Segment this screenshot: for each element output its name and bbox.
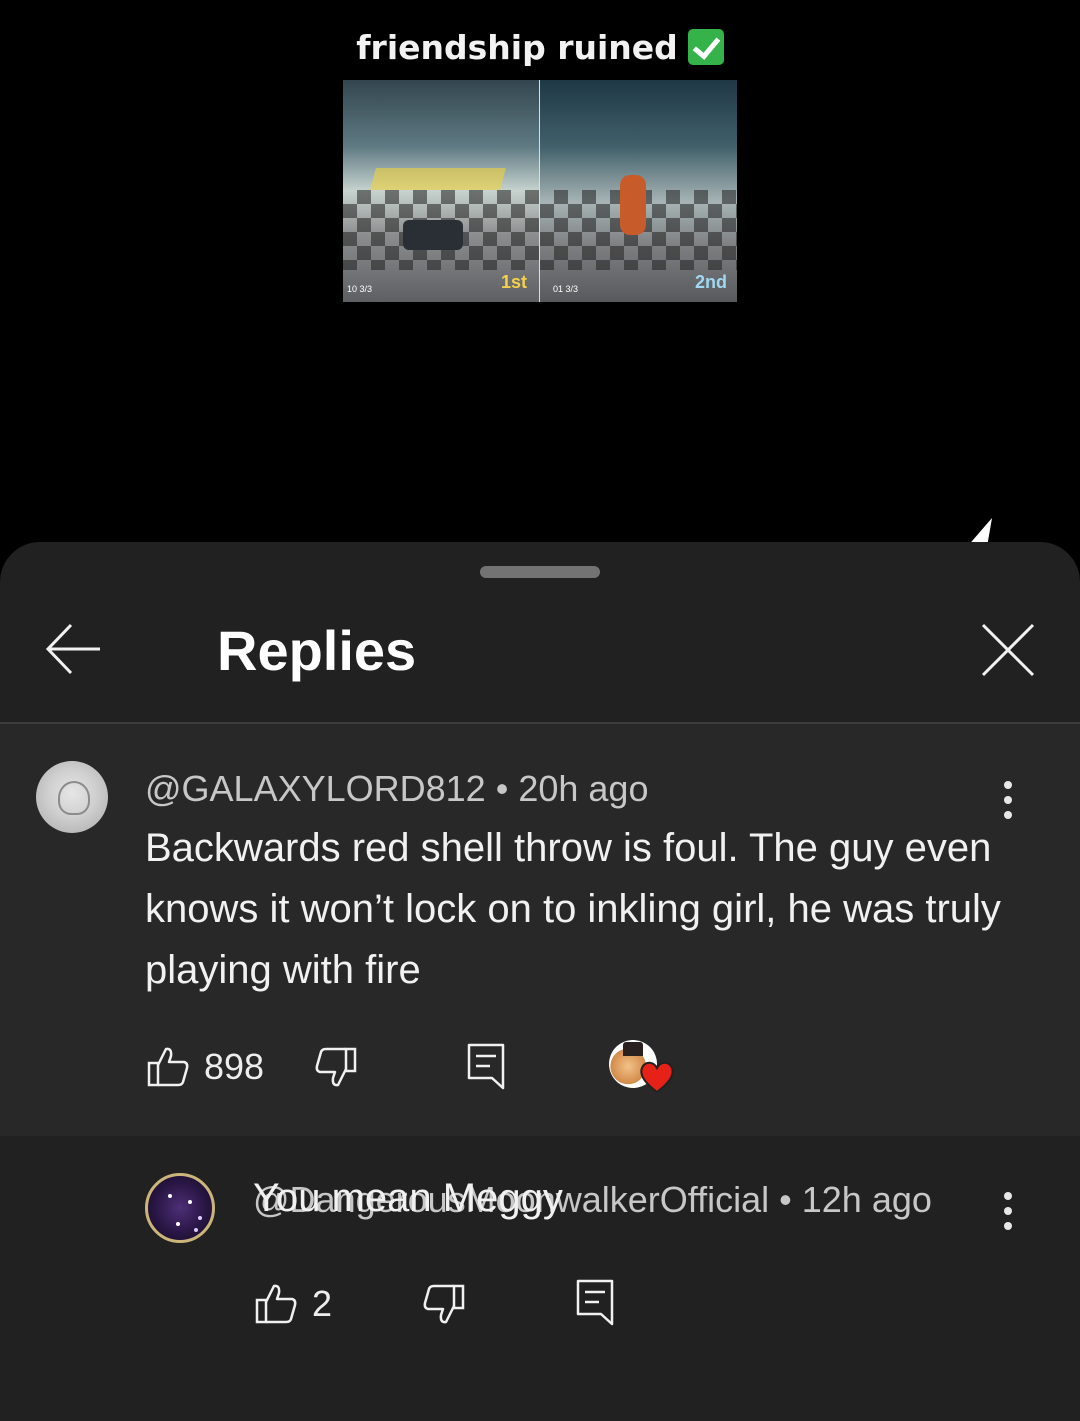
parent-comment: @GALAXYLORD812 • 20h ago Backwards red s… [0,724,1080,1136]
kart-left [403,220,463,250]
check-mark-icon [687,29,724,65]
close-button[interactable] [978,620,1038,680]
race-view-left: 10 3/3 [343,80,539,302]
thumbs-up-icon [147,1047,189,1087]
meta-separator: • [495,768,519,809]
place-left: 1st [501,272,528,292]
avatar[interactable] [36,761,108,833]
like-button[interactable] [146,1044,190,1093]
place-right: 2nd [695,272,728,292]
reply-like-count: 2 [312,1283,333,1324]
thumbs-down-icon [315,1047,357,1087]
hud-left: 10 3/3 [347,284,373,294]
video-caption: friendship ruined [0,28,1080,67]
video-caption-text: friendship ruined [356,28,678,67]
more-vertical-icon [1004,781,1012,789]
comment-reply-icon [467,1043,505,1090]
comment-author[interactable]: @GALAXYLORD812 [145,768,486,809]
heart-icon [640,1061,674,1094]
panel-title: Replies [217,619,417,682]
replies-sheet: Replies @GALAXYLORD812 • 20h ago Backwar… [0,542,1080,1421]
video-frame: 10 3/3 01 3/3 1st 2nd [343,80,737,302]
reply-button[interactable] [466,1042,506,1095]
comment-reply-icon [576,1279,614,1326]
back-button[interactable] [44,620,102,678]
reply-list: @DangerousMoonwalkerOfficial • 12h ago Y… [0,1136,1080,1421]
kart-right [620,175,646,235]
reply-reply-button[interactable] [575,1278,615,1331]
reply-dislike-button[interactable] [422,1283,466,1332]
split-screen-divider [539,80,540,302]
comment-text: Backwards red shell throw is foul. The g… [145,826,1001,992]
reply-avatar[interactable] [145,1173,215,1243]
comment-time: 20h ago [518,768,649,809]
race-view-right: 01 3/3 [540,80,737,302]
close-icon [981,623,1035,677]
thumbs-down-icon [423,1284,465,1324]
dislike-button[interactable] [314,1046,358,1095]
finish-banner [370,168,506,190]
creator-heart-badge [609,1040,675,1096]
reply-like-button[interactable] [254,1281,298,1330]
video-player[interactable]: friendship ruined 10 3/3 01 3/3 1st 2nd [0,0,1080,560]
hud-right: 01 3/3 [553,284,579,294]
reply-text: You mean Meggy [253,1176,563,1220]
drag-handle[interactable] [480,566,600,578]
like-count: 898 [204,1046,265,1087]
comment-meta: @GALAXYLORD812 • 20h ago [145,768,648,810]
arrow-left-icon [45,623,100,675]
thumbs-up-icon [255,1284,297,1324]
